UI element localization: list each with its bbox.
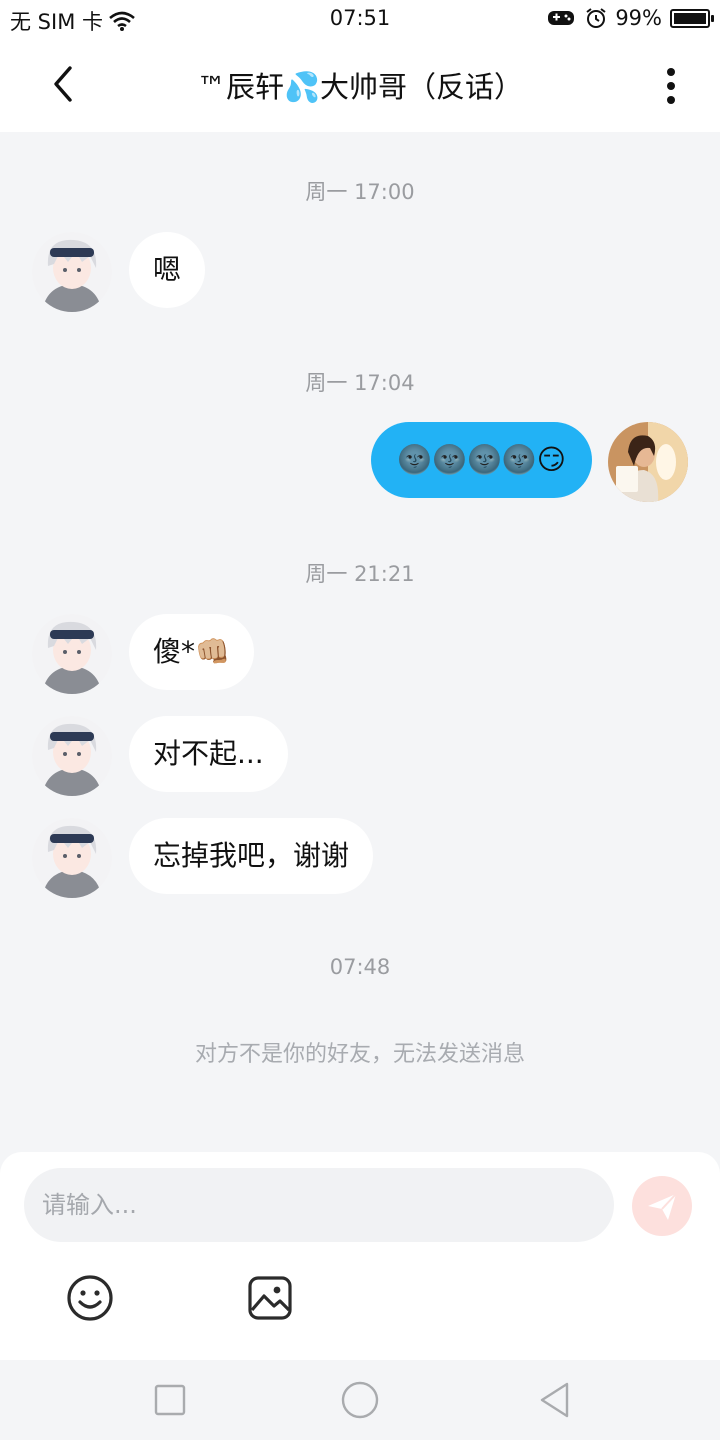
- message-timestamp: 周一 17:00: [305, 180, 415, 204]
- incoming-message-bubble[interactable]: 傻*👊🏼: [129, 614, 254, 690]
- image-icon: [248, 1276, 292, 1320]
- image-button[interactable]: [244, 1272, 296, 1324]
- anime-avatar-image: [32, 716, 112, 796]
- send-button[interactable]: [632, 1176, 692, 1236]
- anime-avatar-image: [32, 614, 112, 694]
- circle-icon: [341, 1381, 379, 1419]
- status-bar: 无 SIM 卡 07:51 99%: [0, 0, 720, 38]
- message-composer: 请输入...: [0, 1152, 720, 1360]
- system-back-button[interactable]: [534, 1380, 574, 1420]
- send-icon: [648, 1193, 677, 1220]
- square-icon: [154, 1384, 186, 1416]
- message-timestamp: 周一 21:21: [305, 562, 415, 586]
- back-button[interactable]: [42, 62, 86, 106]
- my-avatar[interactable]: [608, 422, 688, 502]
- message-timestamp: 07:48: [329, 955, 391, 979]
- home-button[interactable]: [340, 1380, 380, 1420]
- incoming-message-bubble[interactable]: 对不起...: [129, 716, 288, 792]
- incoming-message-bubble[interactable]: 忘掉我吧，谢谢: [129, 818, 374, 894]
- chat-header: ™辰轩💦大帅哥（反话）: [0, 38, 720, 132]
- status-right: 99%: [547, 6, 714, 30]
- gamepad-icon: [548, 11, 575, 25]
- contact-avatar[interactable]: [32, 716, 112, 796]
- incoming-message-bubble[interactable]: 嗯: [129, 232, 206, 308]
- recent-apps-button[interactable]: [150, 1380, 190, 1420]
- message-list[interactable]: 周一 17:00 嗯 周一 17:04 🌚🌚🌚🌚😏 周一 21:21 傻*👊🏼 …: [0, 132, 720, 1152]
- anime-avatar-image: [32, 232, 112, 312]
- chevron-left-icon: [54, 66, 72, 102]
- battery-icon: [670, 8, 714, 28]
- more-vertical-icon-dot: [667, 68, 675, 76]
- outgoing-message-bubble[interactable]: 🌚🌚🌚🌚😏: [371, 422, 592, 498]
- contact-avatar[interactable]: [32, 818, 112, 898]
- more-vertical-icon-dot: [667, 96, 675, 104]
- emoji-button[interactable]: [64, 1272, 116, 1324]
- contact-avatar[interactable]: [32, 232, 112, 312]
- woman-reading-avatar-image: [608, 422, 688, 502]
- anime-avatar-image: [32, 818, 112, 898]
- alarm-icon: [586, 8, 606, 28]
- message-input[interactable]: 请输入...: [24, 1168, 614, 1242]
- more-options-button[interactable]: [652, 64, 692, 108]
- chat-title: ™辰轩💦大帅哥（反话）: [196, 70, 524, 104]
- battery-fill: [674, 12, 706, 24]
- battery-percent: 99%: [615, 6, 662, 30]
- system-notice: 对方不是你的好友，无法发送消息: [194, 1042, 525, 1067]
- more-vertical-icon-dot: [667, 82, 675, 90]
- message-timestamp: 周一 17:04: [305, 371, 415, 395]
- system-navigation-bar: [0, 1360, 720, 1440]
- contact-avatar[interactable]: [32, 614, 112, 694]
- triangle-back-icon: [540, 1382, 569, 1418]
- emoji-icon: [67, 1275, 113, 1321]
